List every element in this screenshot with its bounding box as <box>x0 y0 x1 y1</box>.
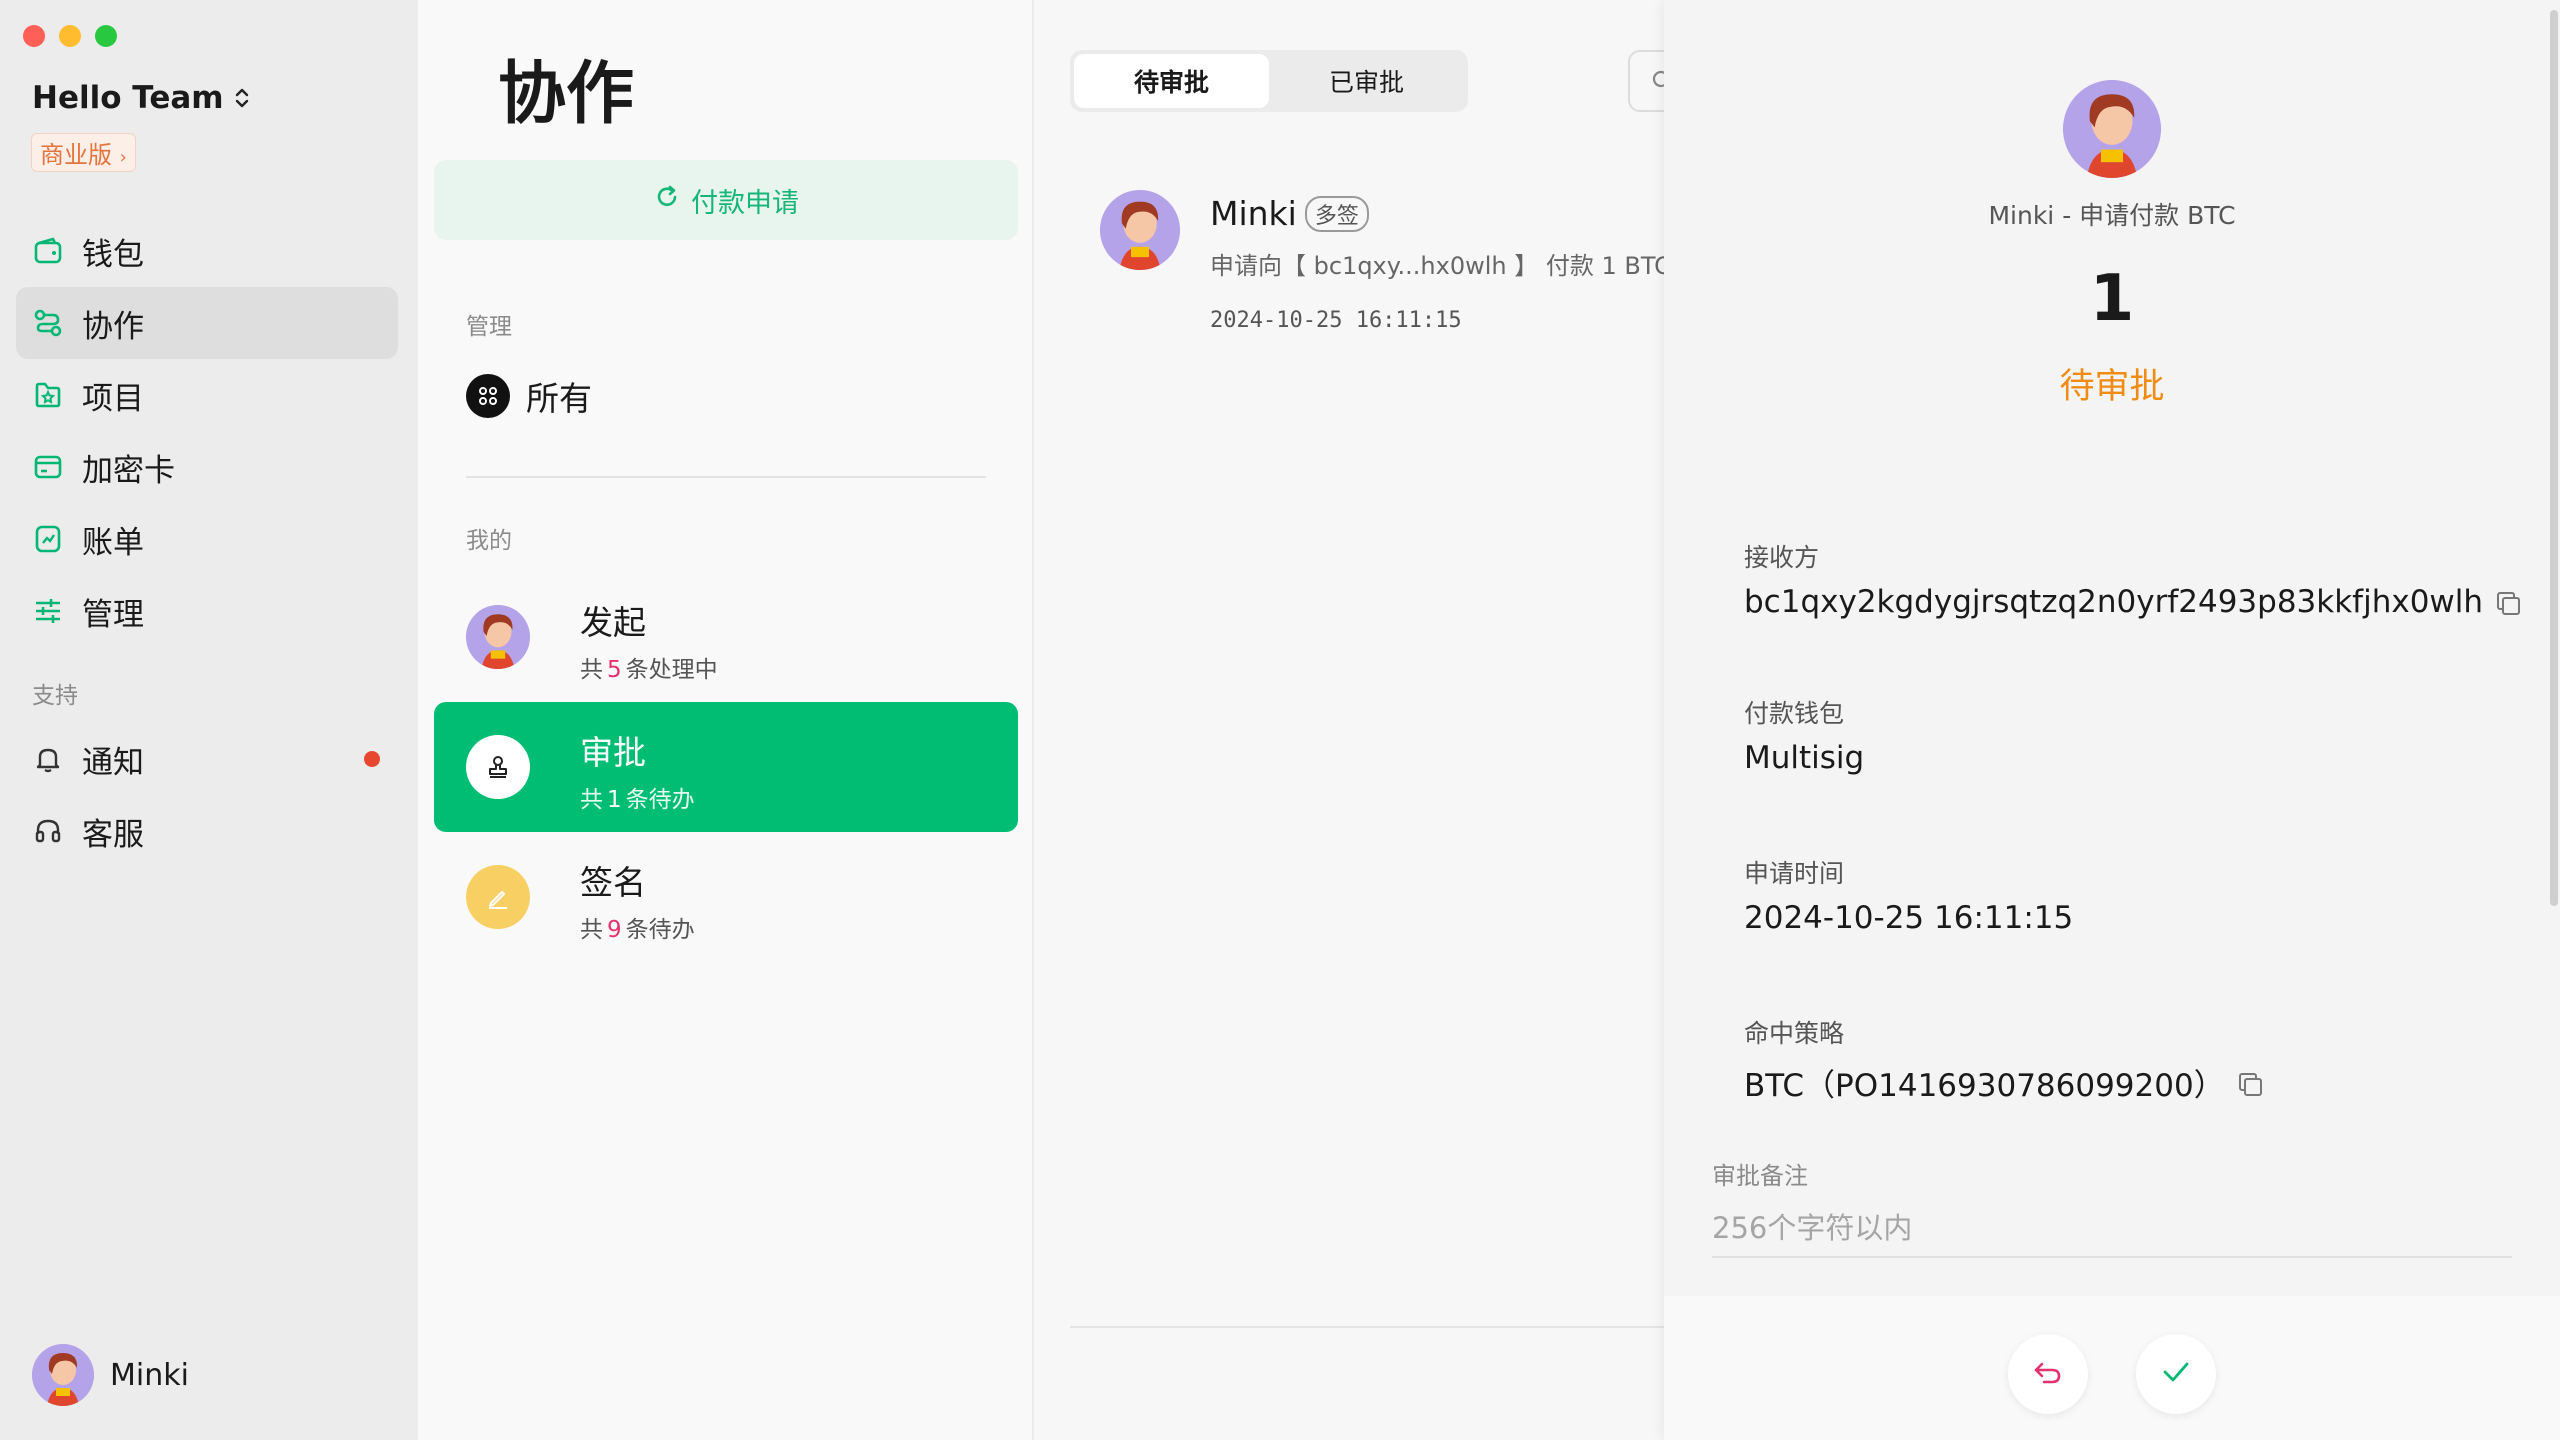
sidebar-item-label: 账单 <box>82 524 144 561</box>
mine-item-signature[interactable]: 签名 共 9 条待办 <box>434 832 1018 962</box>
sidebar-item-label: 钱包 <box>82 236 144 273</box>
avatar <box>1100 190 1180 270</box>
field-policy: 命中策略 BTC（PO1416930786099200） <box>1744 1014 2262 1105</box>
request-description: 申请向【 bc1qxy...hx0wlh 】 付款 1 BTC <box>1210 252 1664 280</box>
sidebar-item-label: 管理 <box>82 596 144 633</box>
window-controls <box>23 25 117 47</box>
grid-dots-icon <box>466 374 510 418</box>
undo-icon <box>2030 1354 2066 1394</box>
status-badge: 待审批 <box>2059 367 2165 407</box>
bill-icon <box>32 523 64 555</box>
approve-button[interactable] <box>2136 1334 2216 1414</box>
copy-icon[interactable] <box>2238 1072 2262 1096</box>
tab-approved[interactable]: 已审批 <box>1269 54 1464 108</box>
notification-dot <box>364 751 380 767</box>
chevron-up-down-icon <box>234 86 250 110</box>
sliders-icon <box>32 595 64 627</box>
check-icon <box>2158 1354 2194 1394</box>
sidebar-item-manage[interactable]: 管理 <box>16 575 398 647</box>
user-name: Minki <box>110 1357 189 1393</box>
user-profile[interactable]: Minki <box>32 1344 189 1406</box>
sidebar-item-bill[interactable]: 账单 <box>16 503 398 575</box>
sidebar-item-collaboration[interactable]: 协作 <box>16 287 398 359</box>
sidebar-nav: 钱包 协作 项目 加密卡 账单 管理 <box>16 215 398 647</box>
team-name: Hello Team <box>32 80 224 116</box>
field-recipient: 接收方 bc1qxy2kgdygjrsqtzq2n0yrf2493p83kkfj… <box>1744 538 2521 620</box>
copy-icon[interactable] <box>2497 592 2521 615</box>
divider <box>466 476 986 478</box>
sidebar-item-label: 通知 <box>82 744 144 781</box>
request-list-panel: 待审批 已审批 Minki 多签 申请向【 bc1qxy...hx0wlh 】 … <box>1034 0 1664 1440</box>
collaboration-panel: 协作 付款申请 管理 所有 我的 发起 共5条处理中 审批 共1条待办 <box>418 0 1034 1440</box>
payment-amount: 1 <box>2089 262 2135 336</box>
bell-icon <box>32 743 64 775</box>
field-payment-wallet: 付款钱包 Multisig <box>1744 699 1865 776</box>
scrollbar[interactable] <box>2550 10 2558 906</box>
mine-item-initiated[interactable]: 发起 共 5 条处理中 <box>434 572 1018 702</box>
minimize-window-button[interactable] <box>59 25 81 47</box>
remark-input[interactable] <box>1712 1200 2512 1258</box>
sidebar-item-label: 协作 <box>82 308 144 345</box>
avatar <box>466 605 530 669</box>
requester-name: Minki 多签 <box>1210 194 1369 233</box>
mine-item-title: 签名 <box>580 863 646 902</box>
reject-button[interactable] <box>2008 1334 2088 1414</box>
mine-item-count: 共 1 条待办 <box>580 787 695 813</box>
chevron-right-icon: › <box>119 147 127 168</box>
page-title: 协作 <box>498 55 635 134</box>
mine-item-approval[interactable]: 审批 共 1 条待办 <box>434 702 1018 832</box>
support-section-label: 支持 <box>32 683 78 709</box>
tab-pending[interactable]: 待审批 <box>1074 54 1269 108</box>
team-switcher[interactable]: Hello Team <box>32 80 250 116</box>
manage-section-label: 管理 <box>466 314 512 340</box>
refresh-icon <box>653 183 681 218</box>
remark-label: 审批备注 <box>1712 1162 1808 1190</box>
filter-all[interactable]: 所有 <box>466 372 592 420</box>
headset-icon <box>32 815 64 847</box>
plan-badge[interactable]: 商业版 › <box>31 133 136 172</box>
sidebar-item-label: 客服 <box>82 816 144 853</box>
request-detail-panel: Minki - 申请付款 BTC 1 待审批 接收方 bc1qxy2kgdygj… <box>1664 0 2560 1440</box>
collaboration-icon <box>32 307 64 339</box>
search-icon <box>1650 68 1664 98</box>
status-tabs: 待审批 已审批 <box>1070 50 1468 112</box>
request-time: 2024-10-25 16:11:15 <box>1210 308 1462 333</box>
action-footer <box>1664 1296 2560 1440</box>
payment-request-button[interactable]: 付款申请 <box>434 160 1018 240</box>
divider <box>1070 1326 1664 1328</box>
search-input[interactable] <box>1628 50 1664 112</box>
sidebar-item-notifications[interactable]: 通知 <box>16 723 398 795</box>
sidebar-item-wallet[interactable]: 钱包 <box>16 215 398 287</box>
stamp-icon <box>466 735 530 799</box>
sidebar-item-project[interactable]: 项目 <box>16 359 398 431</box>
mine-section-label: 我的 <box>466 528 512 554</box>
avatar <box>32 1344 94 1406</box>
zoom-window-button[interactable] <box>95 25 117 47</box>
wallet-icon <box>32 235 64 267</box>
detail-subtitle: Minki - 申请付款 BTC <box>1988 201 2236 230</box>
close-window-button[interactable] <box>23 25 45 47</box>
sidebar-item-card[interactable]: 加密卡 <box>16 431 398 503</box>
pen-icon <box>466 865 530 929</box>
mine-item-count: 共 5 条处理中 <box>580 657 718 683</box>
card-icon <box>32 451 64 483</box>
sidebar-item-support[interactable]: 客服 <box>16 795 398 867</box>
field-request-time: 申请时间 2024-10-25 16:11:15 <box>1744 859 2074 936</box>
mine-item-title: 发起 <box>580 603 646 642</box>
multisig-tag: 多签 <box>1304 195 1369 232</box>
sidebar-item-label: 项目 <box>82 380 144 417</box>
mine-item-title: 审批 <box>580 733 646 772</box>
sidebar: Hello Team 商业版 › 钱包 协作 项目 加密卡 账单 管理 支持 通… <box>0 0 418 1440</box>
avatar <box>2063 80 2161 178</box>
sidebar-item-label: 加密卡 <box>82 452 175 489</box>
support-nav: 通知 客服 <box>16 723 398 867</box>
mine-item-count: 共 9 条待办 <box>580 917 695 943</box>
project-icon <box>32 379 64 411</box>
